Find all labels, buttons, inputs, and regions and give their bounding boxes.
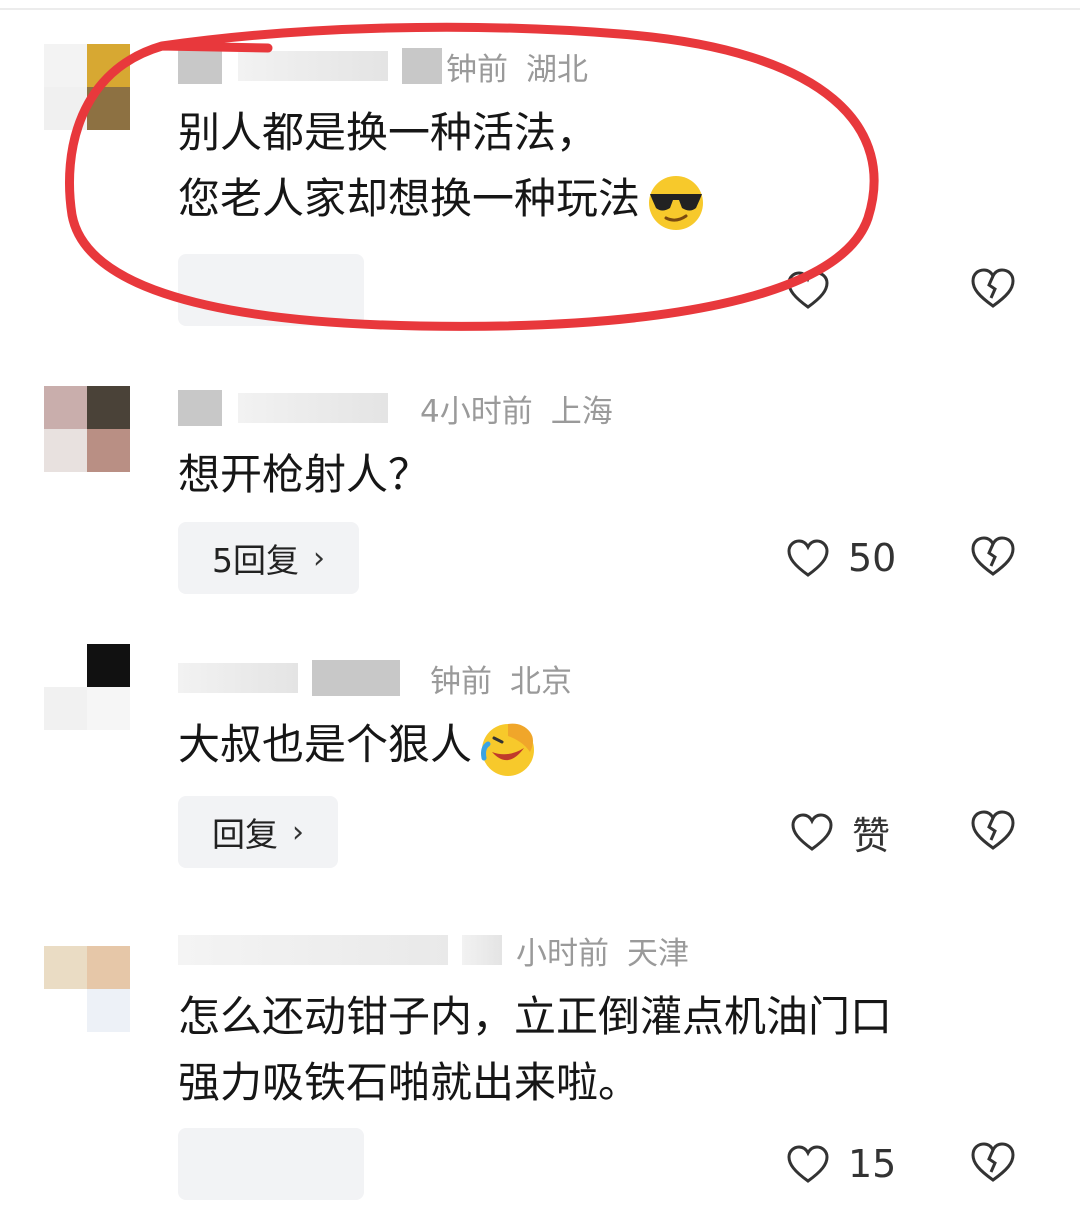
comment-time: 小时前 [516, 935, 609, 972]
comment-location: 上海 [550, 393, 613, 430]
comment-line: 大叔也是个狠人 [178, 712, 538, 778]
comment-meta: 钟前 北京 [178, 656, 572, 700]
broken-heart-icon[interactable] [970, 534, 1016, 578]
comment-text: 怎么还动钳子内，立正倒灌点机油门口 强力吸铁石啪就出来啦。 [178, 984, 892, 1116]
sunglasses-emoji-icon [649, 175, 704, 230]
avatar[interactable] [44, 946, 130, 1032]
avatar[interactable] [44, 44, 130, 130]
chevron-right-icon: › [292, 814, 304, 850]
like-button[interactable]: 50 [786, 530, 896, 586]
heart-outline-icon [787, 271, 829, 309]
like-count: 15 [848, 1142, 897, 1186]
username-blurred [462, 935, 502, 965]
reply-button[interactable]: 5回复 › [178, 522, 359, 594]
comment-time: 4小时前 [420, 393, 533, 430]
comment-meta: 钟前 湖北 [178, 44, 588, 88]
comment-text: 别人都是换一种活法， 您老人家却想换一种玩法 [178, 100, 706, 232]
reply-label: 回复 [212, 815, 278, 854]
comment-line: 强力吸铁石啪就出来啦。 [178, 1058, 641, 1107]
heart-outline-icon [787, 1145, 829, 1183]
broken-heart-icon[interactable] [970, 266, 1016, 310]
like-button[interactable]: 赞 [790, 804, 890, 860]
username-mosaic [312, 660, 400, 696]
username-blurred [178, 663, 298, 693]
heart-outline-icon [791, 813, 833, 851]
comment-text: 想开枪射人？ [178, 442, 430, 508]
like-label: 赞 [852, 813, 891, 858]
like-button[interactable]: 15 [786, 1136, 896, 1192]
reply-button[interactable]: 回复 › [178, 796, 338, 868]
username-blurred [238, 393, 388, 423]
laughing-crying-emoji-icon [481, 723, 535, 776]
comment-time: 钟前 [446, 51, 508, 88]
comment-line: 怎么还动钳子内，立正倒灌点机油门口 [178, 992, 893, 1041]
comment-location: 天津 [627, 935, 689, 972]
username-blurred [238, 51, 388, 81]
chevron-right-icon: › [313, 540, 325, 576]
username-blurred [178, 935, 448, 965]
reply-button[interactable] [178, 254, 364, 326]
comment-text: 大叔也是个狠人 [178, 712, 538, 778]
comment-meta: 4小时前 上海 [178, 386, 613, 430]
username-mosaic [402, 48, 442, 84]
comment-location: 湖北 [526, 51, 588, 88]
reply-button[interactable] [178, 1128, 364, 1200]
heart-outline-icon [787, 539, 829, 577]
comment-location: 北京 [510, 663, 572, 700]
comment-line: 别人都是换一种活法， [178, 108, 599, 157]
comment-time: 钟前 [430, 663, 492, 700]
comment-line: 您老人家却想换一种玩法 [178, 166, 706, 232]
like-button[interactable] [786, 262, 830, 318]
avatar[interactable] [44, 386, 130, 472]
comment-line: 想开枪射人？ [178, 450, 431, 499]
username-mosaic [178, 390, 222, 426]
broken-heart-icon[interactable] [970, 808, 1016, 852]
avatar[interactable] [44, 644, 130, 730]
username-mosaic [178, 48, 222, 84]
like-count: 50 [848, 536, 897, 580]
broken-heart-icon[interactable] [970, 1140, 1016, 1184]
reply-label: 5回复 [212, 541, 299, 580]
top-divider [0, 8, 1080, 10]
comment-meta: 小时前 天津 [178, 928, 689, 972]
